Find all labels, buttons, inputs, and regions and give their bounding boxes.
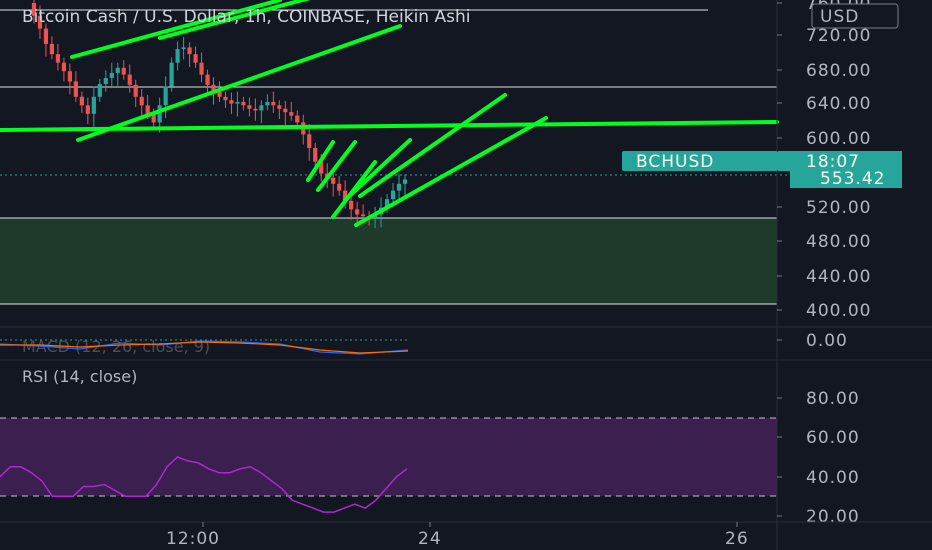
candle-body bbox=[259, 105, 264, 111]
price-tick-600: 600.00 bbox=[806, 129, 871, 149]
candle-body bbox=[235, 101, 240, 104]
price-tick-520: 520.00 bbox=[806, 198, 871, 218]
time-label-26: 26 bbox=[725, 529, 749, 549]
candle-body bbox=[163, 86, 168, 106]
currency-badge-text: USD bbox=[820, 7, 859, 27]
candle-body bbox=[223, 96, 228, 101]
candle-body bbox=[313, 147, 318, 162]
candle-body bbox=[277, 105, 282, 109]
chart-title: Bitcoin Cash / U.S. Dollar, 1h, COINBASE… bbox=[22, 7, 470, 27]
candle-body bbox=[295, 115, 300, 123]
price-tick-480: 480.00 bbox=[806, 232, 871, 252]
price-tick-400: 400.00 bbox=[806, 301, 871, 321]
chart-stage: MACD (12, 26, close, 9) RSI (14, close) … bbox=[0, 0, 932, 550]
candle-body bbox=[205, 74, 210, 85]
candle-body bbox=[139, 96, 144, 106]
demand-zone bbox=[0, 218, 777, 304]
candle-body bbox=[331, 177, 336, 184]
candle-body bbox=[109, 72, 114, 79]
candle-body bbox=[355, 209, 360, 215]
candle-body bbox=[193, 54, 198, 63]
rsi-tick-20: 20.00 bbox=[806, 507, 860, 527]
currency-badge[interactable]: USD bbox=[811, 3, 899, 29]
candle-body bbox=[181, 47, 186, 50]
candle-body bbox=[49, 43, 55, 55]
candle-body bbox=[85, 105, 90, 114]
time-label-1200: 12:00 bbox=[166, 529, 220, 549]
candle-body bbox=[115, 67, 120, 73]
candle-body bbox=[396, 183, 402, 191]
candle-body bbox=[253, 108, 258, 111]
candle-body bbox=[283, 108, 288, 113]
candle-body bbox=[199, 62, 204, 75]
candle-body bbox=[247, 105, 252, 109]
candle-body bbox=[169, 62, 174, 87]
candle-body bbox=[121, 67, 126, 75]
candle-body bbox=[91, 96, 96, 114]
price-tick-640: 640.00 bbox=[806, 94, 871, 114]
candle-body bbox=[289, 112, 294, 116]
candle-body bbox=[61, 62, 66, 72]
candle-body bbox=[79, 96, 84, 106]
price-tick-680: 680.00 bbox=[806, 61, 871, 81]
candle-body bbox=[402, 179, 408, 184]
candle-body bbox=[390, 190, 396, 200]
rsi-tick-60: 60.00 bbox=[806, 428, 860, 448]
candle-body bbox=[73, 81, 78, 97]
candle-body bbox=[145, 105, 150, 114]
last-price-badge[interactable]: 553.42 bbox=[790, 168, 902, 189]
candle-body bbox=[349, 200, 354, 210]
candle-body bbox=[271, 101, 276, 106]
candle-body bbox=[337, 183, 342, 191]
candle-body bbox=[175, 49, 180, 63]
candle-body bbox=[187, 47, 192, 55]
candle-body bbox=[157, 105, 162, 123]
candle-body bbox=[307, 134, 312, 148]
rsi-tick-80: 80.00 bbox=[806, 389, 860, 409]
candle-body bbox=[241, 101, 246, 106]
macd-tick-0: 0.00 bbox=[806, 331, 848, 351]
last-price-text: 553.42 bbox=[820, 169, 885, 189]
price-tick-720: 720.00 bbox=[806, 26, 871, 46]
candle-body bbox=[97, 84, 102, 97]
candle-body bbox=[229, 100, 234, 104]
candle-body bbox=[67, 71, 72, 82]
time-label-24: 24 bbox=[418, 529, 442, 549]
candle-body bbox=[133, 84, 138, 97]
candle-body bbox=[361, 214, 366, 217]
candle-body bbox=[265, 101, 270, 106]
rsi-label: RSI (14, close) bbox=[22, 367, 137, 386]
candle-body bbox=[127, 74, 132, 85]
rsi-band bbox=[0, 418, 777, 496]
rsi-tick-40: 40.00 bbox=[806, 468, 860, 488]
price-tick-440: 440.00 bbox=[806, 267, 871, 287]
candle-body bbox=[55, 54, 61, 63]
candle-body bbox=[43, 28, 49, 44]
symbol-label-text: BCHUSD bbox=[636, 152, 714, 172]
candle-body bbox=[103, 78, 108, 85]
